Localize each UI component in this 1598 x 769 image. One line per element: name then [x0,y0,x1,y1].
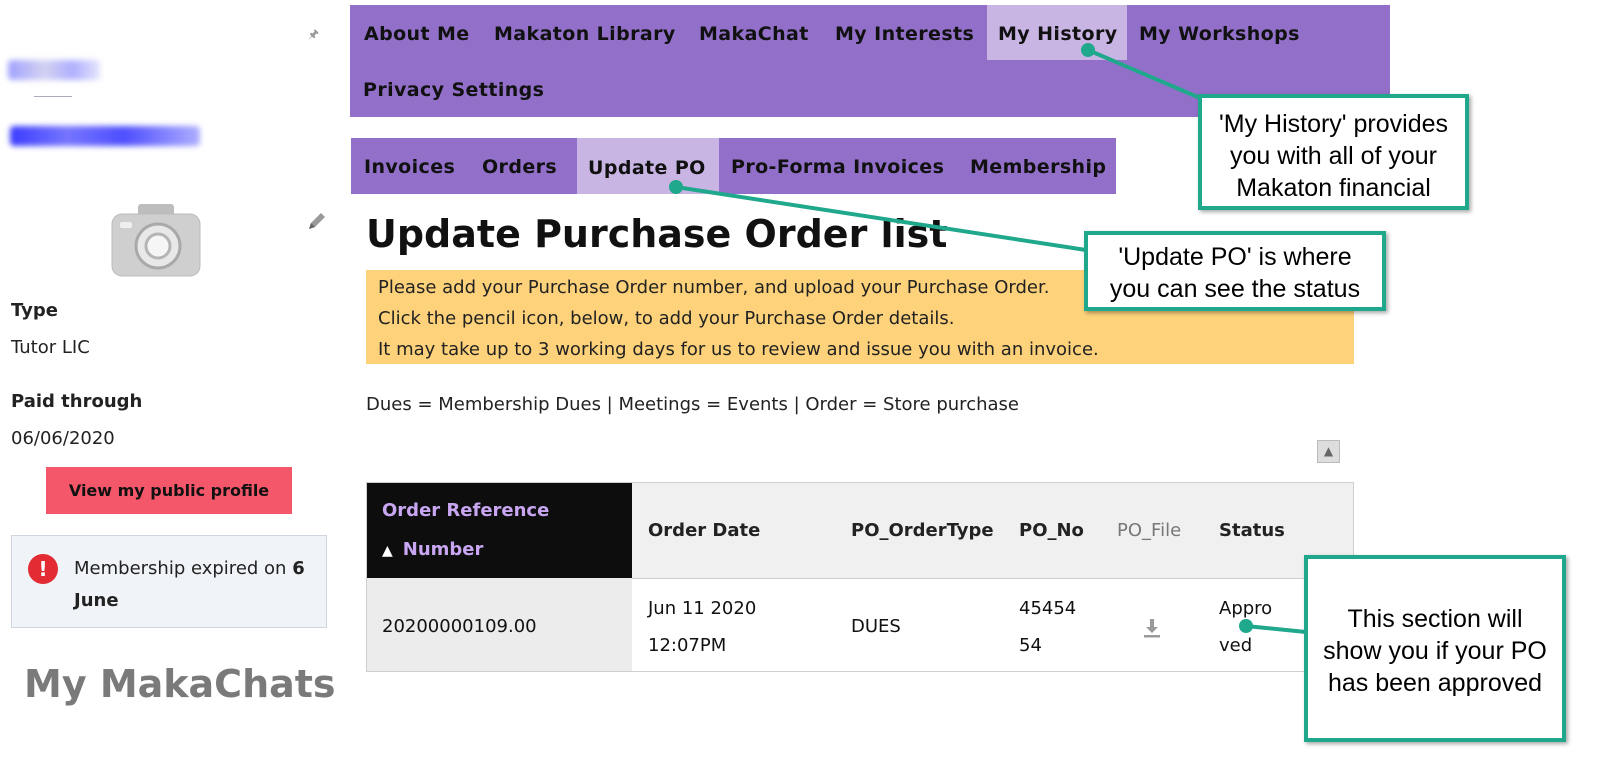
callout-line: This section will [1347,605,1523,633]
tab-orders[interactable]: Orders [482,156,557,178]
tab-my-workshops[interactable]: My Workshops [1139,23,1300,45]
tab-my-interests[interactable]: My Interests [835,23,974,45]
order-reference-header[interactable]: Order Reference [382,500,549,521]
order-date-header[interactable]: Order Date [648,520,760,541]
paid-through-label: Paid through [11,391,143,412]
alert-icon: ! [28,554,58,584]
po-ordertype-cell: DUES [851,616,901,637]
order-date-cell: Jun 11 2020 12:07PM [648,590,756,664]
tab-makaton-library[interactable]: Makaton Library [494,23,676,45]
tab-about-me[interactable]: About Me [364,23,470,45]
tab-invoices[interactable]: Invoices [364,156,455,178]
status-line: Appro [1219,598,1273,619]
sort-up-icon: ▲ [382,543,393,559]
callout-line: 'Update PO' is where [1118,243,1352,271]
membership-expired-text: Membership expired on 6 June [74,558,305,611]
tab-makachat[interactable]: MakaChat [699,23,809,45]
scroll-up-icon[interactable]: ▲ [1317,440,1340,463]
tab-my-history[interactable]: My History [987,5,1127,60]
notice-line: It may take up to 3 working days for us … [378,339,1099,360]
name-underline [34,96,72,97]
membership-expired-alert: ! Membership expired on 6 June [11,535,327,628]
order-reference-header-bg [367,483,632,578]
blurred-organisation-link[interactable] [10,126,200,146]
paid-through-value: 06/06/2020 [11,428,115,449]
po-no-line: 45454 [1019,598,1077,619]
view-public-profile-button[interactable]: View my public profile [46,467,292,514]
history-subnav: Invoices Orders Update PO Pro-Forma Invo… [351,138,1116,194]
callout-line: show you if your PO [1323,637,1547,665]
update-po-callout: 'Update PO' is where you can see the sta… [1084,231,1386,311]
my-makachats-heading: My MakaChats [24,662,336,706]
camera-icon[interactable] [108,200,204,280]
po-no-cell: 45454 54 [1019,590,1076,664]
order-date-line: Jun 11 2020 [648,598,757,619]
callout-line: you can see the status [1109,275,1361,303]
purchase-order-table: Order Reference ▲ Number Order Date PO_Or… [366,482,1354,672]
callout-line: 'My History' provides [1218,110,1449,138]
tab-privacy-settings[interactable]: Privacy Settings [363,79,544,101]
my-history-callout: 'My History' provides you with all of yo… [1198,94,1469,210]
type-label: Type [11,300,58,321]
type-value: Tutor LIC [11,337,90,358]
callout-line: has been approved [1327,669,1543,697]
order-reference-header-number[interactable]: ▲ Number [382,539,483,560]
status-cell: Appro ved [1219,590,1272,664]
callout-line: Makaton financial [1236,174,1431,202]
po-no-line: 54 [1019,635,1042,656]
tab-membership[interactable]: Membership [970,156,1106,178]
download-icon[interactable] [1141,617,1163,639]
notice-line: Please add your Purchase Order number, a… [378,277,1050,298]
status-line: ved [1219,635,1253,656]
pin-icon[interactable]: 🖈 [308,25,319,46]
po-file-header: PO_File [1117,520,1182,541]
callout-line: you with all of your [1229,142,1438,170]
tab-pro-forma-invoices[interactable]: Pro-Forma Invoices [731,156,944,178]
order-reference-cell: 20200000109.00 [382,616,537,637]
profile-sidebar: 🖈 Type Tutor LIC Paid through 06/06/2020… [0,0,345,769]
order-type-legend: Dues = Membership Dues | Meetings = Even… [366,394,1019,415]
status-header[interactable]: Status [1219,520,1285,541]
po-ordertype-header[interactable]: PO_OrderType [851,520,994,541]
notice-line: Click the pencil icon, below, to add you… [378,308,955,329]
pencil-icon[interactable] [306,210,328,232]
blurred-user-name [8,60,100,80]
status-callout: This section will show you if your PO ha… [1304,555,1566,742]
page-title: Update Purchase Order list [366,212,948,256]
po-no-header[interactable]: PO_No [1019,520,1084,541]
order-time-line: 12:07PM [648,635,727,656]
tab-update-po[interactable]: Update PO [577,138,719,194]
